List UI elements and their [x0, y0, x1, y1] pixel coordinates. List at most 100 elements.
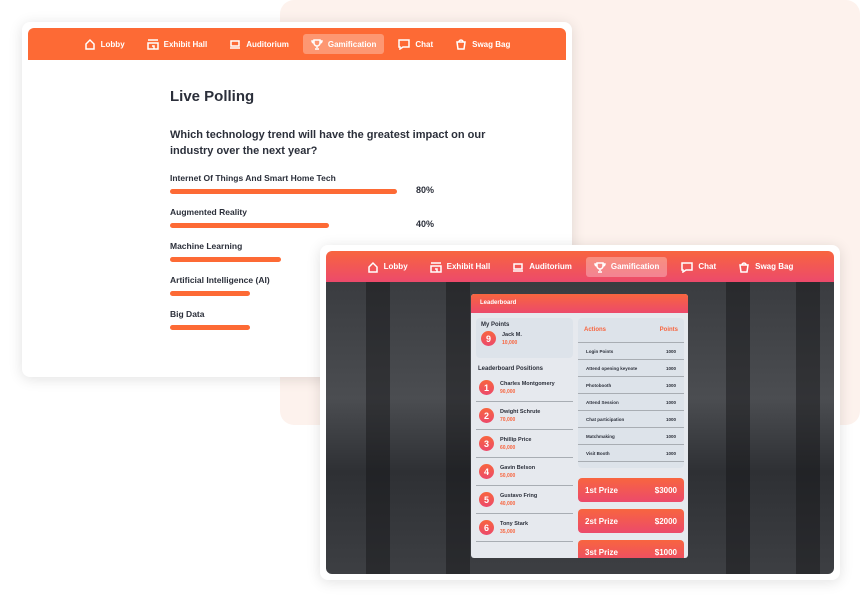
leaderboard-row: 3 Phillip Price 60,000 — [476, 430, 573, 458]
player-points: 70,000 — [500, 416, 516, 423]
gamification-window: Lobby Exhibit Hall Auditorium Gamification C… — [320, 245, 840, 580]
action-points: 1000 — [665, 366, 676, 371]
nav-gamification[interactable]: Gamification — [302, 34, 385, 54]
rank-badge: 3 — [479, 436, 494, 451]
nav-exhibit-hall[interactable]: Exhibit Hall — [139, 34, 216, 54]
action-name: Photobooth — [586, 383, 612, 388]
poll-question: Which technology trend will have the gre… — [170, 129, 486, 157]
nav-chat[interactable]: Chat — [673, 257, 724, 277]
laptop-icon — [229, 38, 241, 50]
my-name: Jack M. — [502, 331, 522, 338]
nav-label: Gamification — [327, 39, 377, 49]
leaderboard-panel: Leaderboard My Points 9 Jack M. 10,000 Le… — [471, 294, 688, 558]
prize-label: 2st Prize — [585, 516, 618, 526]
nav-auditorium[interactable]: Auditorium — [504, 257, 580, 277]
action-points: 1000 — [665, 434, 676, 439]
prize-button[interactable]: 2st Prize $2000 — [578, 509, 684, 533]
nav-lobby[interactable]: Lobby — [76, 34, 133, 54]
nav-gamification[interactable]: Gamification — [585, 256, 668, 277]
laptop-icon — [512, 261, 524, 273]
player-points: 60,000 — [500, 444, 516, 451]
action-points: 1000 — [665, 383, 676, 388]
bag-icon — [455, 38, 467, 50]
poll-option[interactable]: Internet Of Things And Smart Home Tech 80… — [170, 173, 470, 207]
action-row: Attend opening keynote 1000 — [578, 360, 684, 377]
trophy-icon — [311, 38, 323, 50]
option-label: Augmented Reality — [170, 207, 247, 217]
option-percent: 40% — [416, 219, 435, 229]
my-points-label: My Points — [481, 322, 510, 328]
player-points: 40,000 — [500, 500, 516, 507]
player-points: 90,000 — [500, 388, 516, 395]
leaderboard-row: 1 Charles Montgomery 90,000 — [476, 374, 573, 402]
action-row: Login Points 1000 — [578, 343, 684, 360]
nav-label: Lobby — [383, 262, 408, 271]
action-points: 1000 — [665, 451, 676, 456]
poll-option[interactable]: Augmented Reality 40% — [170, 207, 470, 241]
leaderboard-row: 4 Gavin Belson 50,000 — [476, 458, 573, 486]
leaderboard-row: 5 Gustavo Fring 40,000 — [476, 486, 573, 514]
option-bar — [170, 291, 250, 296]
actions-table: Actions Points Login Points 1000 Attend ope… — [578, 318, 684, 468]
rank-badge: 5 — [479, 492, 494, 507]
prize-label: 3st Prize — [585, 547, 618, 557]
nav-label: Exhibit Hall — [163, 39, 208, 49]
nav-label: Auditorium — [246, 39, 289, 49]
prize-amount: $3000 — [654, 485, 677, 495]
rank-badge: 9 — [481, 331, 496, 346]
action-points: 1000 — [665, 349, 676, 354]
action-name: Chat participation — [586, 417, 625, 422]
player-name: Gavin Belson — [500, 464, 536, 471]
action-name: Matchmaking — [586, 434, 615, 439]
rank-badge: 1 — [479, 380, 494, 395]
trophy-icon — [594, 261, 606, 273]
nav-auditorium[interactable]: Auditorium — [221, 34, 297, 54]
nav-exhibit-hall[interactable]: Exhibit Hall — [422, 257, 499, 277]
nav-label: Exhibit Hall — [446, 262, 491, 271]
player-name: Tony Stark — [500, 520, 529, 527]
action-points: 1000 — [665, 417, 676, 422]
nav-label: Swag Bag — [472, 39, 511, 49]
player-name: Gustavo Fring — [500, 492, 538, 499]
top-nav: Lobby Exhibit Hall Auditorium Gamification C… — [28, 28, 566, 60]
player-name: Dwight Schrute — [500, 408, 541, 415]
store-icon — [146, 38, 159, 50]
nav-label: Auditorium — [529, 262, 572, 271]
nav-swag-bag[interactable]: Swag Bag — [447, 34, 518, 54]
option-bar — [170, 257, 281, 262]
option-percent: 80% — [416, 185, 435, 195]
player-points: 35,000 — [500, 528, 516, 535]
option-label: Internet Of Things And Smart Home Tech — [170, 173, 336, 183]
points-header: Points — [659, 327, 678, 333]
rank-badge: 2 — [479, 408, 494, 423]
my-points: My Points 9 Jack M. 10,000 — [476, 318, 573, 358]
nav-lobby[interactable]: Lobby — [359, 257, 416, 277]
leaderboard-row: 6 Tony Stark 35,000 — [476, 514, 573, 542]
nav-label: Chat — [698, 262, 717, 271]
positions-label: Leaderboard Positions — [478, 366, 544, 372]
prize-button[interactable]: 3st Prize $1000 — [578, 540, 684, 558]
page-title: Live Polling — [170, 88, 255, 105]
leaderboard-title: Leaderboard — [471, 294, 688, 313]
action-name: Attend opening keynote — [586, 366, 638, 371]
option-bar — [170, 325, 250, 330]
actions-header: Actions — [584, 327, 607, 333]
action-name: Attend Session — [586, 400, 619, 405]
option-bar — [170, 189, 398, 194]
prize-button[interactable]: 1st Prize $3000 — [578, 478, 684, 502]
nav-label: Chat — [415, 39, 434, 49]
nav-label: Swag Bag — [755, 262, 794, 271]
nav-chat[interactable]: Chat — [390, 34, 441, 54]
action-points: 1000 — [665, 400, 676, 405]
home-icon — [367, 261, 379, 273]
option-bar — [170, 223, 330, 228]
rank-badge: 4 — [479, 464, 494, 479]
prize-label: 1st Prize — [585, 485, 618, 495]
top-nav: Lobby Exhibit Hall Auditorium Gamification C… — [326, 251, 834, 282]
leaderboard-row: 2 Dwight Schrute 70,000 — [476, 402, 573, 430]
nav-label: Gamification — [610, 262, 660, 271]
nav-swag-bag[interactable]: Swag Bag — [730, 257, 801, 277]
bag-icon — [738, 261, 750, 273]
store-icon — [429, 261, 442, 273]
action-name: Login Points — [586, 349, 614, 354]
